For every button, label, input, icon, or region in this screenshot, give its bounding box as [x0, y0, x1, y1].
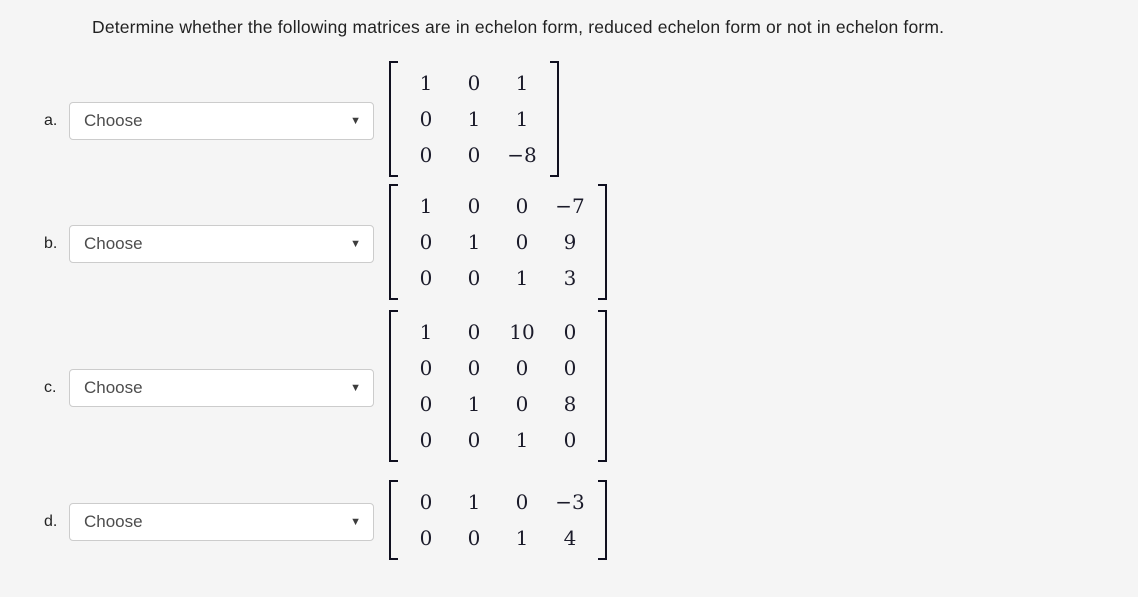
matrix-cell: 0	[419, 142, 433, 167]
matrix-cell: 0	[419, 265, 433, 290]
matrix-right-bracket	[596, 183, 607, 300]
matrix-cell: 0	[467, 319, 481, 344]
matrix-cell: 0	[419, 355, 433, 380]
matrix-cell: 0	[515, 229, 529, 254]
matrix-cell: 9	[563, 229, 577, 254]
answer-select-d[interactable]: Choose ▼	[69, 503, 374, 541]
row-label-a: a.	[44, 112, 58, 129]
matrix-cell: 0	[515, 391, 529, 416]
matrix-cell: 0	[467, 70, 481, 95]
answer-select-a[interactable]: Choose ▼	[69, 102, 374, 140]
matrix-cell: 1	[515, 525, 529, 550]
matrix-left-bracket	[389, 60, 400, 177]
matrix-right-bracket	[596, 479, 607, 560]
matrix-d-body: 0 1 0 −3 0 0 1 4	[389, 479, 607, 560]
matrix-cell: 0	[419, 489, 433, 514]
matrix-cell: 0	[467, 193, 481, 218]
matrix-cell: 0	[419, 106, 433, 131]
matrix-cell: 0	[515, 193, 529, 218]
matrix-cell: 1	[467, 489, 481, 514]
matrix-cell: 10	[509, 319, 535, 344]
matrix-cell: 1	[515, 427, 529, 452]
answer-select-b[interactable]: Choose ▼	[69, 225, 374, 263]
matrix-cell: 0	[467, 525, 481, 550]
matrix-cell: 0	[467, 142, 481, 167]
row-label-b: b.	[44, 235, 58, 252]
chevron-down-icon: ▼	[350, 114, 361, 127]
matrix-c-grid: 1 0 10 0 0 0 0 0 0 1 0 8 0 0 1 0	[400, 310, 596, 462]
question-row-a: a. Choose ▼ 1 0 1 0 1 1 0 0 −8	[0, 60, 1138, 182]
matrix-c-body: 1 0 10 0 0 0 0 0 0 1 0 8 0 0 1 0	[389, 309, 607, 462]
matrix-cell: 0	[467, 427, 481, 452]
matrix-b-grid: 1 0 0 −7 0 1 0 9 0 0 1 3	[400, 184, 596, 300]
matrix-left-bracket	[389, 479, 400, 560]
matrix-cell: 3	[563, 265, 577, 290]
matrix-cell: 1	[515, 106, 529, 131]
matrix-cell: 0	[515, 355, 529, 380]
matrix-cell: 0	[563, 427, 577, 452]
matrix-cell: 4	[563, 525, 577, 550]
matrix-right-bracket	[596, 309, 607, 462]
answer-select-d-value: Choose	[84, 512, 143, 531]
row-label-c: c.	[44, 379, 57, 396]
chevron-down-icon: ▼	[350, 515, 361, 528]
matrix-cell: −7	[555, 193, 585, 218]
matrix-left-bracket	[389, 183, 400, 300]
matrix-cell: 1	[515, 265, 529, 290]
matrix-cell: 0	[419, 427, 433, 452]
matrix-cell: 0	[467, 265, 481, 290]
matrix-cell: 1	[419, 70, 433, 95]
matrix-right-bracket	[548, 60, 559, 177]
answer-select-c[interactable]: Choose ▼	[69, 369, 374, 407]
matrix-c: 1 0 10 0 0 0 0 0 0 1 0 8 0 0 1 0	[389, 309, 607, 467]
matrix-b-body: 1 0 0 −7 0 1 0 9 0 0 1 3	[389, 183, 607, 300]
matrix-cell: 0	[563, 355, 577, 380]
matrix-d: 0 1 0 −3 0 0 1 4	[389, 479, 607, 565]
matrix-cell: 8	[563, 391, 577, 416]
matrix-cell: 0	[515, 489, 529, 514]
question-row-b: b. Choose ▼ 1 0 0 −7 0 1 0 9 0 0 1 3	[0, 180, 1138, 308]
answer-select-a-value: Choose	[84, 111, 143, 130]
matrix-cell: 0	[419, 391, 433, 416]
answer-select-b-value: Choose	[84, 234, 143, 253]
matrix-cell: 0	[419, 525, 433, 550]
matrix-cell: 1	[467, 106, 481, 131]
page-title: Determine whether the following matrices…	[92, 17, 945, 37]
row-label-d: d.	[44, 513, 58, 530]
matrix-a-grid: 1 0 1 0 1 1 0 0 −8	[400, 61, 548, 177]
matrix-cell: 1	[419, 319, 433, 344]
matrix-a: 1 0 1 0 1 1 0 0 −8	[389, 60, 559, 182]
matrix-cell: 1	[467, 229, 481, 254]
matrix-cell: 0	[467, 355, 481, 380]
matrix-cell: −8	[507, 142, 537, 167]
chevron-down-icon: ▼	[350, 381, 361, 394]
matrix-d-grid: 0 1 0 −3 0 0 1 4	[400, 480, 596, 560]
chevron-down-icon: ▼	[350, 237, 361, 250]
matrix-left-bracket	[389, 309, 400, 462]
matrix-cell: 0	[419, 229, 433, 254]
question-row-d: d. Choose ▼ 0 1 0 −3 0 0 1 4	[0, 468, 1138, 576]
matrix-cell: 1	[467, 391, 481, 416]
matrix-cell: 1	[515, 70, 529, 95]
matrix-cell: 0	[563, 319, 577, 344]
matrix-cell: 1	[419, 193, 433, 218]
question-row-c: c. Choose ▼ 1 0 10 0 0 0 0 0 0 1 0 8 0 0 1 0	[0, 308, 1138, 468]
matrix-a-body: 1 0 1 0 1 1 0 0 −8	[389, 60, 559, 177]
matrix-cell: −3	[555, 489, 585, 514]
question-list: a. Choose ▼ 1 0 1 0 1 1 0 0 −8 b. Choose ▼ 1 0 0 −7…	[0, 60, 1138, 576]
answer-select-c-value: Choose	[84, 378, 143, 397]
matrix-b: 1 0 0 −7 0 1 0 9 0 0 1 3	[389, 183, 607, 305]
